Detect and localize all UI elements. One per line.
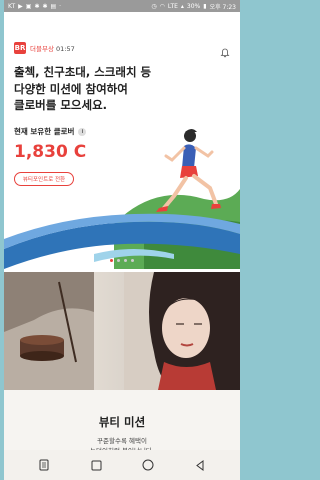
play-icon: ▶ <box>18 2 23 10</box>
carousel-dots <box>4 259 240 262</box>
signal-icon: ▴ <box>180 2 184 10</box>
status-bar: KT ▶ ▣ ✱ ✱ ▤ · ◷ ◠ LTE ▴ 30% ▮ 오후 7:23 <box>4 0 240 12</box>
clock: 오후 7:23 <box>209 3 236 11</box>
more-icon: · <box>59 2 62 10</box>
convert-to-beauty-point-button[interactable]: 뷰티포인트로 전환 <box>14 172 74 186</box>
carousel-dot[interactable] <box>110 259 113 262</box>
image-icon: ▣ <box>25 2 32 10</box>
alarm-icon: ◷ <box>151 2 157 10</box>
app-logo[interactable]: BR <box>14 42 26 54</box>
info-icon[interactable]: i <box>78 127 87 136</box>
bell-icon[interactable] <box>220 43 230 58</box>
carrier-label: KT <box>8 2 16 10</box>
carousel-dot[interactable] <box>124 259 127 262</box>
recent-apps-icon[interactable] <box>37 458 51 472</box>
square-icon[interactable] <box>89 458 103 472</box>
hero-headline: 출첵, 친구초대, 스크래치 등 다양한 미션에 참여하여 클로버를 모으세요. <box>14 65 152 112</box>
phone-screen: KT ▶ ▣ ✱ ✱ ▤ · ◷ ◠ LTE ▴ 30% ▮ 오후 7:23 B… <box>4 0 240 480</box>
timer-label: 더블부상 <box>30 45 54 53</box>
battery-label: 30% <box>186 2 201 10</box>
clover-amount: 1,830 C <box>14 142 87 162</box>
carousel-dot[interactable] <box>131 259 134 262</box>
notification-icon: ✱ <box>42 2 48 10</box>
app-bar: BR 더블부상 01:57 <box>4 37 240 59</box>
holding-label-row: 현재 보유한 클로버 i <box>14 126 87 137</box>
timer-value: 01:57 <box>56 45 75 53</box>
holding-label: 현재 보유한 클로버 <box>14 127 75 136</box>
notification-icon: ✱ <box>34 2 40 10</box>
banner-image <box>4 272 240 390</box>
hero-carousel[interactable]: 출첵, 친구초대, 스크래치 등 다양한 미션에 참여하여 클로버를 모으세요.… <box>4 64 240 269</box>
battery-icon: ▮ <box>203 2 207 10</box>
mission-title: 뷰티 미션 <box>98 415 146 429</box>
network-label: LTE <box>167 2 178 10</box>
back-icon[interactable] <box>193 458 207 472</box>
android-nav-bar <box>4 450 240 480</box>
carousel-dot[interactable] <box>117 259 120 262</box>
box-icon: ▤ <box>50 2 57 10</box>
timer: 더블부상 01:57 <box>30 43 75 53</box>
beauty-mission-section: 뷰티 미션 꾸준할수록 혜택이 눈덩이처럼 불어납니다. <box>4 390 240 456</box>
wifi-icon: ◠ <box>159 2 165 10</box>
home-icon[interactable] <box>141 458 155 472</box>
product-banner[interactable] <box>4 272 240 390</box>
